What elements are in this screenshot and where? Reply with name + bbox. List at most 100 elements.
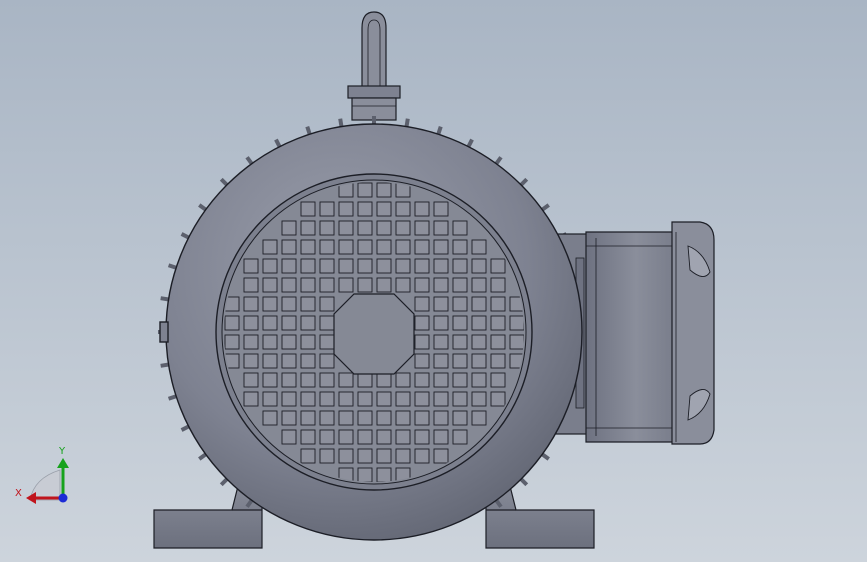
grille-cell <box>338 372 354 388</box>
grille-cell <box>319 391 335 407</box>
grille-cell <box>414 277 430 293</box>
grille-cell <box>433 448 449 464</box>
grille-cell <box>281 372 297 388</box>
grille-cell <box>357 372 373 388</box>
grille-cell <box>376 258 392 274</box>
grille-cell <box>338 277 354 293</box>
grille-cell <box>376 410 392 426</box>
grille-cell <box>471 391 487 407</box>
grille-cell <box>452 296 468 312</box>
grille-cell <box>300 448 316 464</box>
grille-cell <box>433 277 449 293</box>
grille-cell <box>395 410 411 426</box>
grille-cell <box>452 353 468 369</box>
grille-cell <box>414 201 430 217</box>
grille-cell <box>300 296 316 312</box>
grille-cell <box>433 429 449 445</box>
grille-cell <box>357 201 373 217</box>
grille-cell <box>433 220 449 236</box>
grille-cell <box>300 258 316 274</box>
grille-cell <box>262 372 278 388</box>
grille-cell <box>319 277 335 293</box>
grille-cell <box>262 334 278 350</box>
grille-cell <box>490 315 506 331</box>
grille-cell <box>490 296 506 312</box>
grille-cell <box>319 258 335 274</box>
grille-cell <box>357 220 373 236</box>
y-axis-label: Y <box>58 446 66 457</box>
grille-cell <box>376 220 392 236</box>
grille-cell <box>319 410 335 426</box>
grille-cell <box>395 239 411 255</box>
grille-cell <box>490 334 506 350</box>
grille-cell <box>319 372 335 388</box>
grille-cell <box>471 334 487 350</box>
grille-cell <box>243 277 259 293</box>
grille-cell <box>433 391 449 407</box>
grille-cell <box>357 448 373 464</box>
grille-cell <box>490 372 506 388</box>
grille-cell <box>300 410 316 426</box>
grille-cell <box>319 429 335 445</box>
grille-cell <box>281 429 297 445</box>
grille-cell <box>376 182 392 198</box>
grille-cell <box>357 410 373 426</box>
grille-cell <box>319 239 335 255</box>
fan-cover-hub <box>333 293 415 375</box>
grille-cell <box>281 239 297 255</box>
grille-cell <box>262 296 278 312</box>
grille-cell <box>490 277 506 293</box>
grille-cell <box>395 220 411 236</box>
grille-cell <box>452 410 468 426</box>
grille-cell <box>281 410 297 426</box>
grille-cell <box>319 296 335 312</box>
grille-cell <box>243 334 259 350</box>
grille-cell <box>452 315 468 331</box>
grille-cell <box>300 353 316 369</box>
grille-cell <box>319 201 335 217</box>
grille-cell <box>452 391 468 407</box>
grille-cell <box>281 277 297 293</box>
motor-model-view[interactable]: Y X <box>0 0 867 562</box>
grille-cell <box>471 277 487 293</box>
grille-cell <box>224 334 240 350</box>
grille-cell <box>243 296 259 312</box>
grille-cell <box>376 277 392 293</box>
grille-cell <box>357 258 373 274</box>
grille-cell <box>433 315 449 331</box>
grille-cell <box>395 277 411 293</box>
grille-cell <box>262 315 278 331</box>
grille-cell <box>452 220 468 236</box>
grille-cell <box>262 277 278 293</box>
grille-cell <box>262 258 278 274</box>
grille-cell <box>281 334 297 350</box>
grille-cell <box>452 239 468 255</box>
grille-cell <box>243 353 259 369</box>
grille-cell <box>357 182 373 198</box>
grille-cell <box>490 391 506 407</box>
grille-cell <box>357 467 373 482</box>
grille-cell <box>262 239 278 255</box>
grille-cell <box>300 429 316 445</box>
grille-cell <box>262 391 278 407</box>
grille-cell <box>414 258 430 274</box>
grille-cell <box>433 201 449 217</box>
grille-cell <box>433 372 449 388</box>
lifting-eye <box>347 11 401 121</box>
grille-cell <box>395 372 411 388</box>
grille-cell <box>471 372 487 388</box>
grille-cell <box>414 429 430 445</box>
grille-cell <box>357 277 373 293</box>
grille-cell <box>395 258 411 274</box>
grille-cell <box>433 296 449 312</box>
grille-cell <box>376 372 392 388</box>
grille-cell <box>452 277 468 293</box>
grille-cell <box>376 448 392 464</box>
grille-cell <box>490 353 506 369</box>
grille-cell <box>433 239 449 255</box>
coordinate-triad: Y X <box>15 446 69 504</box>
grille-cell <box>433 353 449 369</box>
grille-cell <box>281 220 297 236</box>
graphics-viewport[interactable]: Y X <box>0 0 867 562</box>
grille-cell <box>338 239 354 255</box>
